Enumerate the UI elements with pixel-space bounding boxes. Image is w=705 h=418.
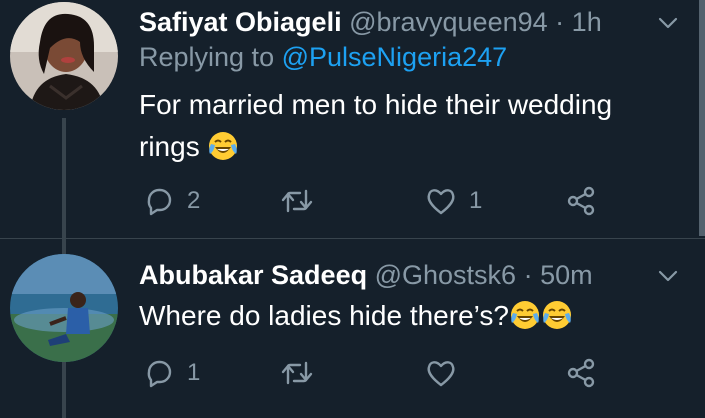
share-icon	[567, 186, 595, 216]
display-name[interactable]: Abubakar Sadeeq	[139, 260, 367, 290]
tweet-menu-button[interactable]	[657, 12, 679, 34]
separator-dot: ·	[523, 260, 533, 290]
face-with-tears-of-joy-icon	[541, 299, 573, 331]
retweet-icon	[281, 361, 313, 385]
timestamp[interactable]: 50m	[540, 260, 593, 290]
retweet-button[interactable]	[281, 353, 325, 393]
tweet-text-line: Where do ladies hide there’s?	[139, 300, 509, 331]
tweet-text-line: For married men to hide their wedding	[139, 89, 613, 120]
scrollbar[interactable]	[699, 0, 705, 236]
separator-dot: ·	[555, 7, 565, 37]
tweet-header: Safiyat Obiageli @bravyqueen94 · 1h	[139, 6, 602, 38]
reply-count: 1	[187, 359, 201, 386]
tweet-abubakar[interactable]: Abubakar Sadeeq @Ghostsk6 · 50m Where do…	[0, 239, 705, 417]
reply-count: 2	[187, 187, 201, 214]
chevron-down-icon	[658, 270, 678, 282]
timestamp[interactable]: 1h	[572, 7, 602, 37]
avatar[interactable]	[10, 2, 118, 110]
tweet-safiyat[interactable]: Safiyat Obiageli @bravyqueen94 · 1h Repl…	[0, 0, 705, 239]
tweet-text: For married men to hide their wedding ri…	[139, 84, 612, 168]
display-name[interactable]: Safiyat Obiageli	[139, 7, 342, 37]
heart-icon	[427, 189, 455, 215]
user-handle[interactable]: @bravyqueen94	[349, 7, 548, 37]
like-button[interactable]	[425, 353, 469, 393]
user-handle[interactable]: @Ghostsk6	[375, 260, 516, 290]
tweet-header: Abubakar Sadeeq @Ghostsk6 · 50m	[139, 259, 593, 291]
tweet-actions: 2 1	[139, 181, 619, 221]
reply-icon	[147, 360, 172, 388]
heart-icon	[427, 361, 455, 387]
reply-button[interactable]: 2	[143, 181, 200, 221]
retweet-icon	[281, 189, 313, 213]
share-button[interactable]	[565, 353, 597, 393]
mention-link[interactable]: @PulseNigeria247	[282, 42, 508, 72]
share-icon	[567, 358, 595, 388]
reply-button[interactable]: 1	[143, 353, 200, 393]
reply-icon	[147, 188, 172, 216]
tweet-text-line: rings	[139, 131, 200, 162]
like-button[interactable]: 1	[425, 181, 482, 221]
tweet-actions: 1	[139, 353, 619, 393]
tweet-text: Where do ladies hide there’s?	[139, 295, 573, 337]
face-with-tears-of-joy-icon	[207, 130, 239, 162]
chevron-down-icon	[658, 17, 678, 29]
retweet-button[interactable]	[281, 181, 325, 221]
face-with-tears-of-joy-icon	[509, 299, 541, 331]
replying-to: Replying to @PulseNigeria247	[139, 40, 507, 74]
like-count: 1	[469, 187, 483, 214]
replying-to-label: Replying to	[139, 42, 275, 72]
tweet-menu-button[interactable]	[657, 265, 679, 287]
share-button[interactable]	[565, 181, 597, 221]
